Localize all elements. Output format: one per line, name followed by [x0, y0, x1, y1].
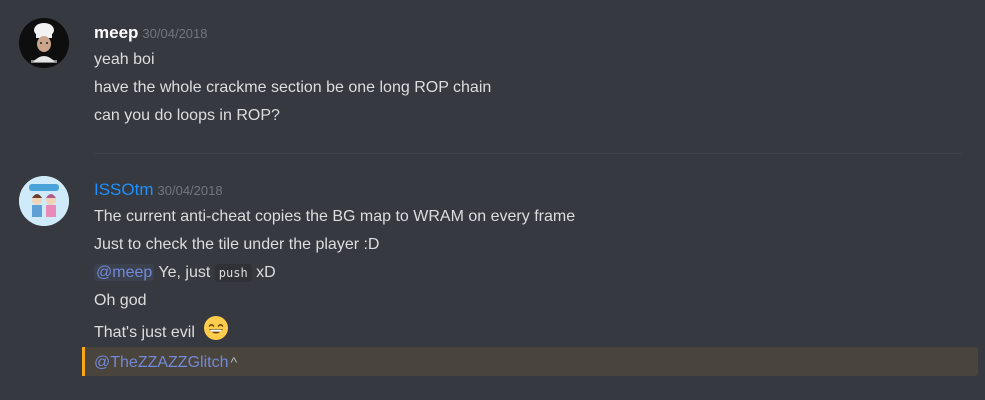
avatar-meep[interactable] [19, 18, 69, 68]
message-line: The current anti-cheat copies the BG map… [94, 208, 576, 225]
inline-code: push [214, 264, 252, 282]
caret-icon: ^ [230, 354, 238, 370]
message-line: Just to check the tile under the player … [94, 236, 380, 253]
timestamp: 30/04/2018 [142, 26, 208, 41]
chat-messages: meep 30/04/2018 yeah boi have the whole c… [0, 0, 985, 400]
user-mention[interactable]: @meep [94, 264, 155, 281]
grinning-face-emoji-icon [203, 315, 229, 347]
username-label[interactable]: meep [94, 23, 138, 42]
timestamp: 30/04/2018 [157, 183, 223, 198]
message-line: Oh god [94, 292, 147, 309]
reply-line: @meep Ye, just push xD [94, 263, 276, 283]
message-line: yeah boi [94, 51, 155, 68]
message-line: have the whole crackme section be one lo… [94, 79, 492, 96]
message-text: That's just evil [94, 324, 195, 342]
username-issotm[interactable]: ISSOtm 30/04/2018 [94, 180, 223, 201]
reply-text-end: xD [256, 264, 276, 281]
message-line: can you do loops in ROP? [94, 107, 280, 124]
message-divider [94, 153, 962, 154]
anime-pair-avatar-icon [19, 176, 69, 226]
reply-text: Ye, just [158, 264, 211, 281]
highlighted-mention: @TheZZAZZGlitch ^ [94, 352, 237, 373]
username-meep[interactable]: meep 30/04/2018 [94, 23, 208, 44]
chef-avatar-icon [19, 18, 69, 68]
message-line-with-emoji: That's just evil [94, 316, 229, 347]
username-label[interactable]: ISSOtm [94, 180, 154, 199]
user-mention[interactable]: @TheZZAZZGlitch [94, 354, 228, 371]
mention-highlight-row[interactable]: @TheZZAZZGlitch ^ [82, 347, 978, 376]
avatar-issotm[interactable] [19, 176, 69, 226]
